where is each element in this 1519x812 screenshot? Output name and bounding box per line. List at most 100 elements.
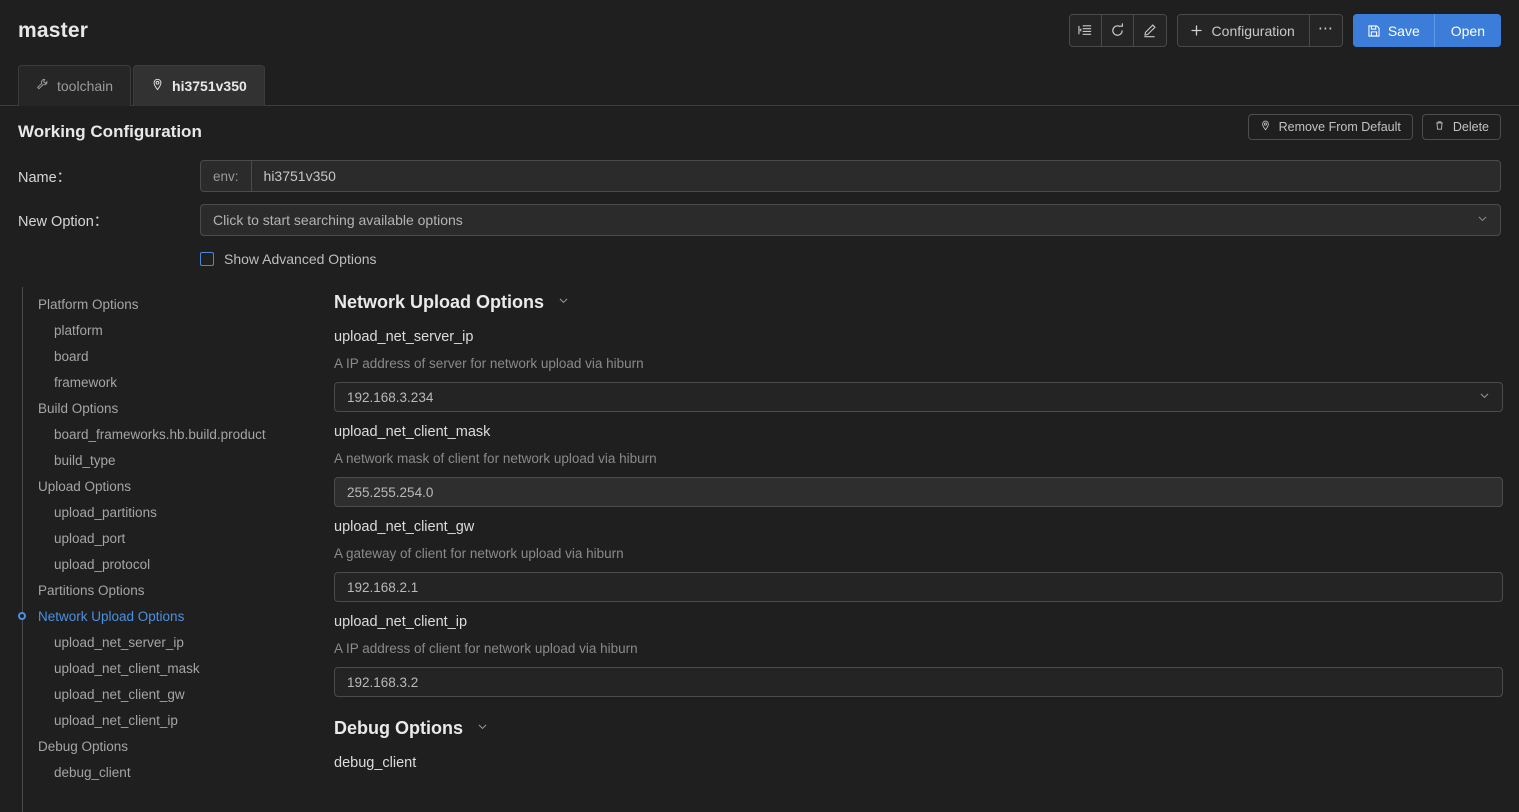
body-split: Platform Options platform board framework Bu… — [0, 287, 1519, 812]
option-input-upload_net_client_ip[interactable]: 192.168.3.2 — [334, 667, 1503, 697]
tree-item-label: upload_net_server_ip — [54, 634, 184, 650]
tree-item-label: upload_net_client_mask — [54, 660, 200, 676]
show-advanced-options-checkbox[interactable] — [200, 252, 214, 266]
tree-item-label: upload_net_client_ip — [54, 712, 178, 728]
option-value: 192.168.3.234 — [347, 389, 434, 405]
name-input[interactable]: env: hi3751v350 — [200, 160, 1501, 192]
location-pin-icon — [151, 78, 164, 94]
option-input-upload_net_client_gw[interactable]: 192.168.2.1 — [334, 572, 1503, 602]
tree-item-upload-options[interactable]: Upload Options — [0, 473, 330, 499]
tree-item-board[interactable]: board — [0, 343, 330, 369]
tree-item-upload-protocol[interactable]: upload_protocol — [0, 551, 330, 577]
tree-item-label: debug_client — [54, 764, 131, 780]
tree-item-framework[interactable]: framework — [0, 369, 330, 395]
new-option-row: New Option： Click to start searching ava… — [0, 204, 1519, 236]
tree-item-label: board_frameworks.hb.build.product — [54, 426, 266, 442]
tree-item-debug-client[interactable]: debug_client — [0, 759, 330, 785]
option-description-upload_net_client_mask: A network mask of client for network upl… — [334, 451, 657, 466]
option-description-upload_net_client_gw: A gateway of client for network upload v… — [334, 546, 624, 561]
tab-hi3751v350-label: hi3751v350 — [172, 78, 247, 94]
tree-item-build-options[interactable]: Build Options — [0, 395, 330, 421]
option-name-upload_net_client_ip: upload_net_client_ip — [334, 614, 468, 630]
option-name-upload_net_client_gw: upload_net_client_gw — [334, 519, 475, 535]
tree-item-upload-port[interactable]: upload_port — [0, 525, 330, 551]
tree-item-label: platform — [54, 322, 103, 338]
open-label: Open — [1450, 22, 1485, 39]
tab-hi3751v350[interactable]: hi3751v350 — [133, 65, 265, 106]
tab-toolchain[interactable]: toolchain — [18, 65, 132, 106]
section-title: Debug Options — [334, 717, 463, 738]
option-input-upload_net_client_mask[interactable]: 255.255.254.0 — [334, 477, 1503, 507]
name-prefix-label: env: — [201, 161, 252, 191]
new-option-placeholder: Click to start searching available optio… — [213, 212, 463, 228]
tree-active-marker-icon — [18, 612, 26, 620]
delete-button[interactable]: Delete — [1421, 114, 1501, 140]
section-header-network-upload-options[interactable]: Network Upload Options — [334, 287, 1503, 317]
top-bar: master Configuration ⋯ Save Open — [0, 0, 1519, 62]
tree-item-upload-net-server-ip[interactable]: upload_net_server_ip — [0, 629, 330, 655]
save-button[interactable]: Save — [1352, 14, 1435, 47]
tree-item-label: upload_partitions — [54, 504, 157, 520]
add-configuration-button[interactable]: Configuration — [1177, 15, 1310, 46]
section-header-debug-options[interactable]: Debug Options — [334, 713, 1503, 743]
chevron-down-icon — [476, 720, 489, 737]
refresh-icon[interactable] — [1101, 15, 1134, 46]
section-title: Network Upload Options — [334, 291, 545, 312]
tab-toolchain-label: toolchain — [57, 78, 114, 94]
tree-item-partitions-options[interactable]: Partitions Options — [0, 577, 330, 603]
name-label: Name： — [18, 169, 72, 186]
option-description-upload_net_client_ip: A IP address of client for network uploa… — [334, 641, 638, 656]
tree-item-platform-options[interactable]: Platform Options — [0, 291, 330, 317]
option-name-upload_net_client_mask: upload_net_client_mask — [334, 424, 491, 440]
tree-item-upload-partitions[interactable]: upload_partitions — [0, 499, 330, 525]
wrench-icon — [36, 78, 49, 94]
tree-item-label: build_type — [54, 452, 116, 468]
tree-item-label: Upload Options — [38, 478, 132, 494]
tree-item-network-upload-options[interactable]: Network Upload Options — [0, 603, 330, 629]
view-icon-button-group — [1068, 14, 1167, 47]
tree-item-upload-net-client-ip[interactable]: upload_net_client_ip — [0, 707, 330, 733]
working-configuration-actions: Remove From Default Delete — [1247, 114, 1501, 140]
configuration-button-group: Configuration ⋯ — [1176, 14, 1343, 47]
trash-icon — [1434, 120, 1445, 134]
chevron-down-icon — [557, 294, 570, 311]
option-description-upload_net_server_ip: A IP address of server for network uploa… — [334, 356, 644, 371]
configuration-label: Configuration — [1211, 22, 1295, 39]
new-option-label: New Option： — [18, 213, 109, 230]
toolbar-actions: Configuration ⋯ Save Open — [1068, 14, 1501, 47]
options-detail-panel: Network Upload Options upload_net_server_… — [330, 287, 1519, 812]
tree-item-label: Debug Options — [38, 738, 129, 754]
option-value: 255.255.254.0 — [347, 484, 434, 500]
list-view-icon[interactable] — [1069, 15, 1102, 46]
new-option-search-select[interactable]: Click to start searching available optio… — [200, 204, 1501, 236]
tree-item-label: Platform Options — [38, 296, 139, 312]
option-value: 192.168.2.1 — [347, 579, 419, 595]
option-input-upload_net_server_ip[interactable]: 192.168.3.234 — [334, 382, 1503, 412]
tree-item-board-frameworks-hb-build-product[interactable]: board_frameworks.hb.build.product — [0, 421, 330, 447]
tree-item-upload-net-client-mask[interactable]: upload_net_client_mask — [0, 655, 330, 681]
option-name-debug_client: debug_client — [334, 755, 417, 771]
option-name-upload_net_server_ip: upload_net_server_ip — [334, 329, 474, 345]
more-options-button[interactable]: ⋯ — [1309, 15, 1342, 46]
show-advanced-options-label: Show Advanced Options — [224, 251, 377, 267]
save-label: Save — [1387, 22, 1420, 39]
tree-item-debug-options[interactable]: Debug Options — [0, 733, 330, 759]
show-advanced-options-row: Show Advanced Options — [0, 251, 1519, 267]
tree-item-label: upload_protocol — [54, 556, 151, 572]
location-pin-icon — [1260, 120, 1271, 134]
options-tree-sidebar: Platform Options platform board framework Bu… — [0, 287, 330, 812]
tree-item-label: Network Upload Options — [38, 608, 185, 624]
tree-item-platform[interactable]: platform — [0, 317, 330, 343]
chevron-down-icon — [1476, 212, 1489, 228]
tree-item-upload-net-client-gw[interactable]: upload_net_client_gw — [0, 681, 330, 707]
tree-item-label: board — [54, 348, 89, 364]
remove-from-default-label: Remove From Default — [1278, 120, 1401, 134]
open-button[interactable]: Open — [1434, 14, 1501, 47]
tree-item-label: Partitions Options — [38, 582, 145, 598]
name-row: Name： env: hi3751v350 — [0, 160, 1519, 192]
remove-from-default-button[interactable]: Remove From Default — [1247, 114, 1413, 140]
edit-pencil-icon[interactable] — [1133, 15, 1166, 46]
page-title: Working Configuration — [18, 122, 202, 141]
tree-item-build-type[interactable]: build_type — [0, 447, 330, 473]
